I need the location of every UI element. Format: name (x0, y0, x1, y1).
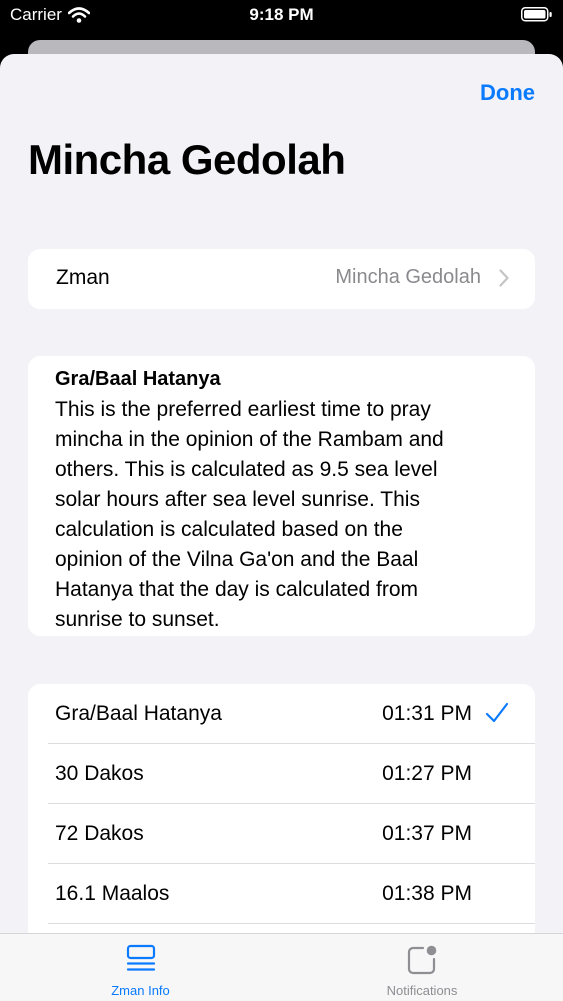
opinion-time: 01:38 PM (382, 882, 472, 905)
notification-badge-icon (407, 945, 437, 975)
done-button[interactable]: Done (480, 80, 535, 106)
zman-selector-row[interactable]: Zman Mincha Gedolah (28, 249, 535, 309)
opinion-row-30-dakos[interactable]: 30 Dakos 01:27 PM (28, 744, 535, 804)
description-line: calculation is calculated based on the (55, 518, 403, 541)
description-line: solar hours after sea level sunrise. Thi… (55, 488, 420, 511)
opinion-row-gra-baal-hatanya[interactable]: Gra/Baal Hatanya 01:31 PM (28, 684, 535, 744)
zman-detail-sheet: Done Mincha Gedolah Zman Mincha Gedolah … (0, 54, 563, 1000)
description-line: Hatanya that the day is calculated from (55, 578, 419, 601)
tab-label: Zman Info (111, 983, 170, 998)
opinion-list: Gra/Baal Hatanya 01:31 PM 30 Dakos 01:27… (28, 684, 535, 944)
description-line: This is the preferred earliest time to p… (55, 398, 431, 421)
page-title: Mincha Gedolah (28, 136, 346, 183)
tab-bar: Zman Info Notifications (0, 933, 563, 1001)
description-line: opinion of the Vilna Ga'on and the Baal (55, 548, 419, 571)
opinion-time: 01:27 PM (382, 762, 472, 785)
opinion-row-72-dakos[interactable]: 72 Dakos 01:37 PM (28, 804, 535, 864)
tab-label: Notifications (386, 983, 458, 998)
battery-icon (521, 7, 552, 22)
list-icon (126, 944, 155, 971)
tab-notifications[interactable]: Notifications (281, 934, 563, 1001)
opinion-time: 01:37 PM (382, 822, 472, 845)
checkmark-icon (485, 702, 509, 723)
status-bar: Carrier 9:18 PM (0, 0, 563, 32)
description-line: mincha in the opinion of the Rambam and (55, 428, 444, 451)
opinion-name: 30 Dakos (55, 762, 144, 785)
opinion-time: 01:31 PM (382, 702, 472, 725)
opinion-row-16-1-maalos[interactable]: 16.1 Maalos 01:38 PM (28, 864, 535, 924)
zman-value: Mincha Gedolah (335, 266, 481, 288)
zman-label: Zman (56, 266, 110, 289)
description-body: This is the preferred earliest time to p… (55, 395, 510, 635)
opinion-name: Gra/Baal Hatanya (55, 702, 222, 725)
description-line: sunrise to sunset. (55, 608, 220, 631)
status-time: 9:18 PM (249, 5, 314, 24)
chevron-right-icon (499, 269, 509, 287)
row-separator (48, 923, 535, 924)
opinion-name: 16.1 Maalos (55, 882, 170, 905)
opinion-description-card: Gra/Baal Hatanya This is the preferred e… (28, 356, 535, 636)
description-title: Gra/Baal Hatanya (55, 368, 221, 390)
description-line: others. This is calculated as 9.5 sea le… (55, 458, 438, 481)
tab-zman-info[interactable]: Zman Info (0, 934, 281, 1001)
opinion-name: 72 Dakos (55, 822, 144, 845)
